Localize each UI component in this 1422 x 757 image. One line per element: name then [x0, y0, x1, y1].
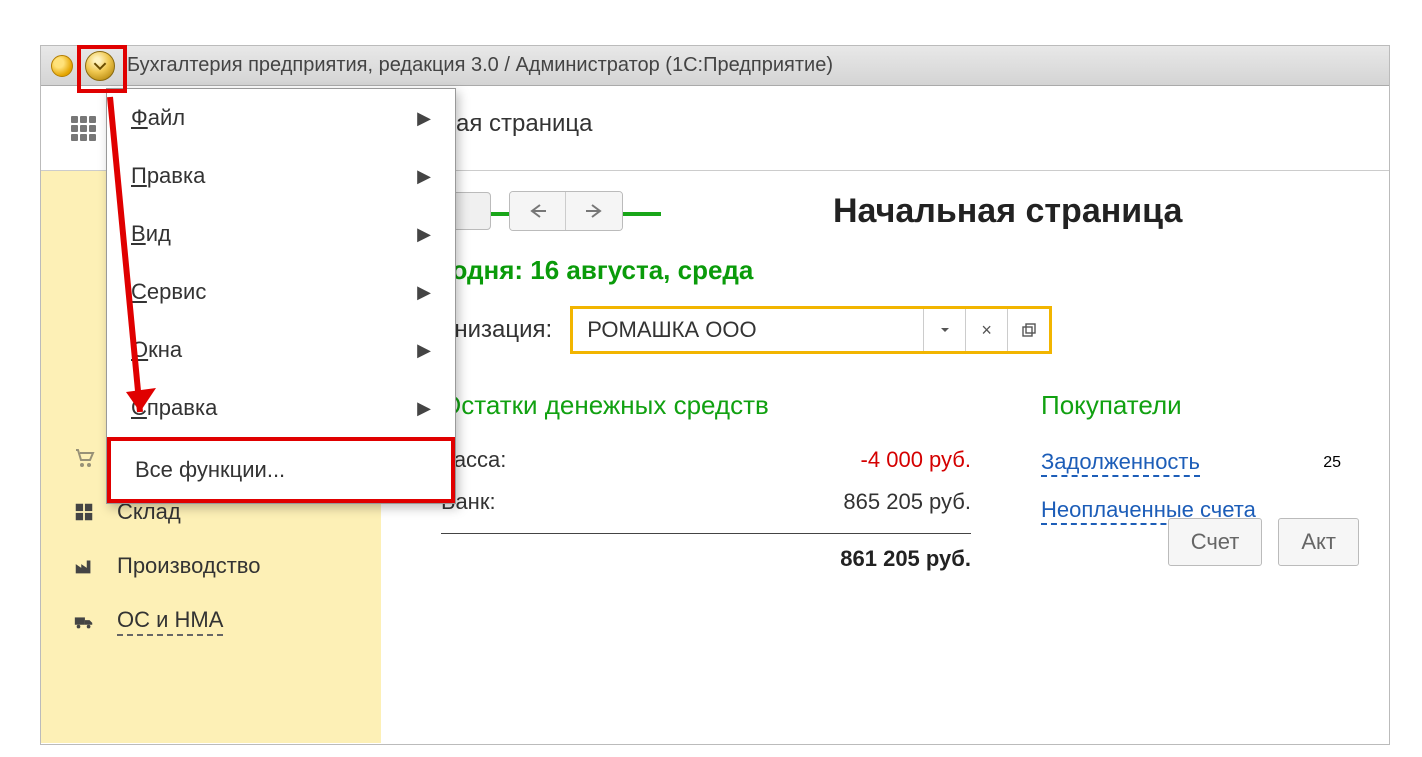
arrow-right-icon — [584, 203, 604, 219]
blocks-icon — [71, 499, 97, 525]
chevron-right-icon: ▶ — [417, 398, 431, 419]
chevron-right-icon: ▶ — [417, 282, 431, 303]
balances-title: Остатки денежных средств — [441, 390, 971, 421]
buyers-row-debt: Задолженность 25 — [1041, 439, 1341, 487]
balance-row-bank: Банк: 865 205 руб. — [441, 481, 971, 523]
menu-item-edit[interactable]: Правка ▶ — [107, 147, 455, 205]
organization-field: × — [570, 306, 1052, 354]
page-title: Начальная страница — [833, 192, 1182, 231]
chevron-right-icon: ▶ — [417, 224, 431, 245]
balance-row-cash: Касса: -4 000 руб. — [441, 439, 971, 481]
balance-total: 861 205 руб. — [441, 533, 971, 572]
menu-item-label: Вид — [131, 221, 171, 247]
balance-value: 865 205 руб. — [843, 489, 971, 515]
annotation-highlight-menu-button — [77, 45, 127, 93]
buyers-debt-value: 25 — [1323, 454, 1341, 472]
factory-icon — [71, 553, 97, 579]
menu-item-help[interactable]: Справка ▶ — [107, 379, 455, 437]
menu-item-label: Сервис — [131, 279, 206, 305]
footer-buttons: Счет Акт — [1168, 518, 1359, 566]
active-tab[interactable]: ая страница — [456, 110, 602, 146]
nav-history-buttons — [509, 191, 623, 231]
sidebar-item-label: ОС и НМА — [117, 607, 223, 636]
buyers-title: Покупатели — [1041, 390, 1341, 421]
balance-value: -4 000 руб. — [861, 447, 971, 473]
apps-grid-icon[interactable] — [71, 116, 96, 141]
menu-item-label: Правка — [131, 163, 205, 189]
organization-label: анизация: — [441, 316, 552, 344]
menu-item-view[interactable]: Вид ▶ — [107, 205, 455, 263]
sidebar-item-assets[interactable]: ОС и НМА — [41, 593, 381, 650]
organization-row: анизация: × — [441, 306, 1369, 354]
sidebar-item-label: Производство — [117, 553, 260, 579]
menu-item-file[interactable]: Файл ▶ — [107, 89, 455, 147]
cart-icon — [71, 445, 97, 471]
content-area: Начальная страница годня: 16 августа, ср… — [381, 171, 1389, 572]
popup-icon — [1022, 323, 1036, 337]
nav-back-button[interactable] — [510, 192, 566, 230]
chevron-right-icon: ▶ — [417, 166, 431, 187]
today-date: годня: 16 августа, среда — [441, 255, 1369, 286]
arrow-left-icon — [528, 203, 548, 219]
titlebar: Бухгалтерия предприятия, редакция 3.0 / … — [41, 46, 1389, 86]
window-title: Бухгалтерия предприятия, редакция 3.0 / … — [127, 54, 833, 77]
sidebar-item-production[interactable]: Производство — [41, 539, 381, 593]
balances-panel: Остатки денежных средств Касса: -4 000 р… — [441, 390, 971, 572]
menu-item-windows[interactable]: Окна ▶ — [107, 321, 455, 379]
menu-item-label: Все функции... — [135, 457, 285, 483]
footer-button-invoice[interactable]: Счет — [1168, 518, 1263, 566]
menu-item-all-functions[interactable]: Все функции... — [107, 437, 455, 503]
buyers-debt-link[interactable]: Задолженность — [1041, 449, 1200, 477]
organization-input[interactable] — [573, 317, 923, 343]
truck-icon — [71, 609, 97, 635]
footer-button-act[interactable]: Акт — [1278, 518, 1359, 566]
app-logo-icon — [51, 55, 73, 77]
chevron-right-icon: ▶ — [417, 340, 431, 361]
organization-clear-button[interactable]: × — [965, 309, 1007, 351]
menu-item-label: Окна — [131, 337, 182, 363]
menu-item-service[interactable]: Сервис ▶ — [107, 263, 455, 321]
caret-down-icon — [940, 325, 950, 335]
main-menu-dropdown: Файл ▶ Правка ▶ Вид ▶ Сервис ▶ Окна ▶ Сп… — [106, 88, 456, 504]
chevron-right-icon: ▶ — [417, 108, 431, 129]
menu-item-label: Файл — [131, 105, 185, 131]
organization-open-button[interactable] — [1007, 309, 1049, 351]
menu-item-label: Справка — [131, 395, 217, 421]
organization-dropdown-button[interactable] — [923, 309, 965, 351]
nav-forward-button[interactable] — [566, 192, 622, 230]
